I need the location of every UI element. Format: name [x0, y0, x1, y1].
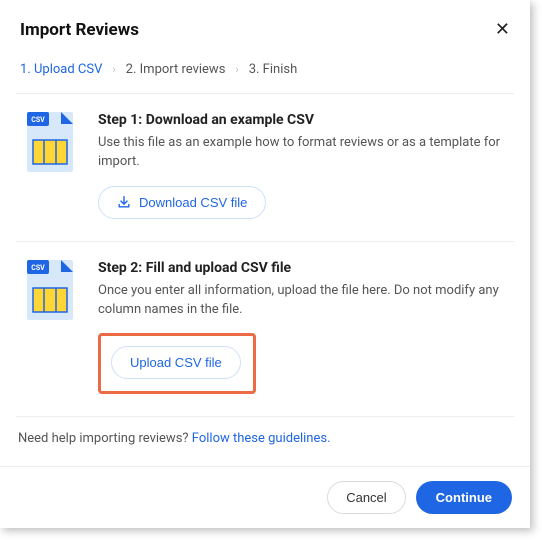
cancel-button[interactable]: Cancel — [327, 481, 405, 514]
modal-title: Import Reviews — [20, 20, 139, 40]
download-csv-button[interactable]: Download CSV file — [98, 186, 266, 219]
modal-footer: Cancel Continue — [0, 466, 530, 528]
import-reviews-modal: Import Reviews ✕ 1. Upload CSV › 2. Impo… — [0, 0, 530, 528]
download-icon — [117, 195, 131, 209]
svg-text:CSV: CSV — [31, 116, 45, 124]
help-text: Need help importing reviews? Follow thes… — [0, 417, 530, 466]
continue-button[interactable]: Continue — [416, 481, 512, 514]
svg-text:CSV: CSV — [31, 264, 45, 272]
breadcrumb-step-finish: 3. Finish — [249, 62, 298, 77]
close-icon[interactable]: ✕ — [495, 21, 510, 39]
upload-csv-label: Upload CSV file — [130, 355, 222, 370]
breadcrumb-step-import: 2. Import reviews — [126, 62, 226, 77]
modal-header: Import Reviews ✕ — [0, 0, 530, 52]
step-1-section: CSV Step 1: Download an example CSV Use … — [0, 94, 530, 241]
help-link[interactable]: Follow these guidelines. — [192, 431, 331, 446]
step-2-section: CSV Step 2: Fill and upload CSV file Onc… — [0, 242, 530, 417]
breadcrumb: 1. Upload CSV › 2. Import reviews › 3. F… — [0, 52, 530, 93]
csv-file-icon: CSV — [20, 112, 80, 219]
step-1-title: Step 1: Download an example CSV — [98, 112, 510, 128]
upload-highlight: Upload CSV file — [98, 333, 256, 394]
csv-file-icon: CSV — [20, 260, 80, 395]
download-csv-label: Download CSV file — [139, 195, 247, 210]
chevron-right-icon: › — [235, 63, 238, 76]
help-prefix: Need help importing reviews? — [18, 431, 192, 446]
step-2-description: Once you enter all information, upload t… — [98, 282, 510, 320]
step-2-title: Step 2: Fill and upload CSV file — [98, 260, 510, 276]
chevron-right-icon: › — [112, 63, 115, 76]
upload-csv-button[interactable]: Upload CSV file — [111, 346, 241, 379]
step-1-description: Use this file as an example how to forma… — [98, 134, 510, 172]
breadcrumb-step-upload[interactable]: 1. Upload CSV — [20, 62, 102, 77]
